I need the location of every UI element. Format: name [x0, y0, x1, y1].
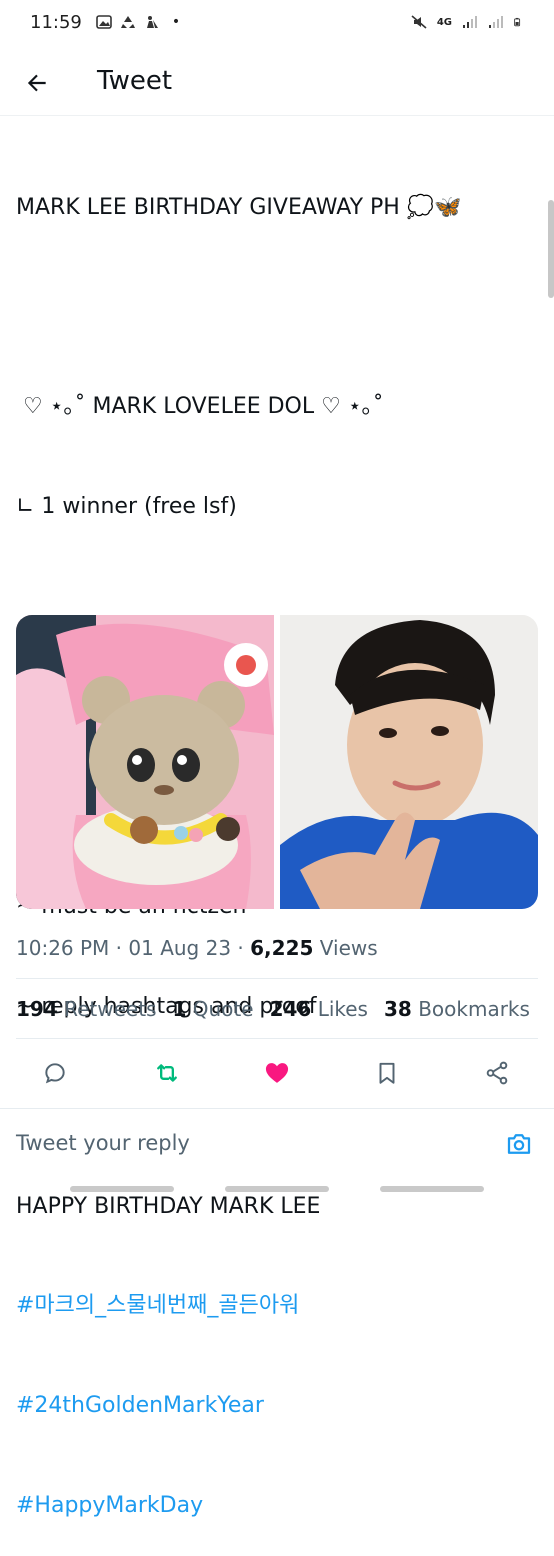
- signal-icon: [463, 16, 477, 28]
- like-button[interactable]: [262, 1058, 292, 1088]
- hashtag-link[interactable]: #24thGoldenMarkYear: [16, 1389, 536, 1422]
- hashtag-link[interactable]: #HappyMarkDay: [16, 1489, 536, 1522]
- share-icon: [486, 1061, 508, 1085]
- quotes-count: 1: [172, 997, 187, 1021]
- network-type: 4G: [436, 16, 452, 28]
- bookmarks-count: 38: [383, 997, 412, 1021]
- quotes-label: Quote: [192, 997, 254, 1021]
- battery-icon: [514, 17, 521, 27]
- bookmark-button[interactable]: [372, 1058, 402, 1088]
- status-bar: 11:59 • 4G: [0, 0, 554, 44]
- likes-label: Likes: [317, 997, 368, 1021]
- hashtag-link[interactable]: #마크의_스물네번째_골든아워: [16, 1289, 536, 1322]
- tweet-line: [16, 290, 536, 323]
- views-count: 6,225: [250, 936, 314, 960]
- header: Tweet: [0, 52, 554, 112]
- tweet-meta: 10:26 PM · 01 Aug 23 · 6,225 Views: [16, 936, 378, 960]
- scrollbar[interactable]: [548, 200, 554, 298]
- bookmarks-label: Bookmarks: [418, 997, 530, 1021]
- plush-doll-illustration: [16, 615, 274, 909]
- tweet-line: MARK LEE BIRTHDAY GIVEAWAY PH 💭🦋: [16, 194, 462, 220]
- tweet-date: 01 Aug 23: [128, 936, 232, 960]
- reply-bar: Tweet your reply: [0, 1108, 554, 1188]
- tweet-stats: 194 Retweets 1 Quote 246 Likes 38 Bookma…: [16, 997, 530, 1021]
- status-time: 11:59: [30, 11, 82, 33]
- bookmark-icon: [379, 1062, 395, 1084]
- likes-stat[interactable]: 246 Likes: [270, 997, 368, 1021]
- tweet-media: [16, 615, 538, 909]
- retweet-button[interactable]: [152, 1058, 182, 1088]
- divider: [16, 978, 538, 979]
- tweet-actions: [0, 1052, 554, 1096]
- person-icon: [146, 16, 158, 28]
- camera-button[interactable]: [504, 1129, 538, 1163]
- share-button[interactable]: [482, 1058, 512, 1088]
- retweets-stat[interactable]: 194 Retweets: [16, 997, 156, 1021]
- nav-handle: [225, 1186, 329, 1192]
- retweet-icon: [157, 1064, 177, 1082]
- page-title: Tweet: [97, 66, 173, 96]
- comment-icon: [45, 1063, 65, 1084]
- tweet-line: ∟ 1 winner (free lsf): [16, 494, 237, 520]
- camera-icon: [507, 1134, 531, 1154]
- retweets-count: 194: [16, 997, 58, 1021]
- notification-dot: •: [171, 14, 181, 30]
- meta-separator: ·: [109, 936, 129, 960]
- reply-button[interactable]: [40, 1058, 70, 1088]
- retweets-label: Retweets: [64, 997, 157, 1021]
- mute-icon: [411, 15, 427, 29]
- bookmarks-stat[interactable]: 38 Bookmarks: [384, 997, 530, 1021]
- tweet-line: ♡ ⋆｡˚ MARK LOVELEE DOL ♡ ⋆｡˚: [16, 394, 384, 420]
- quotes-stat[interactable]: 1 Quote: [172, 997, 253, 1021]
- header-divider: [0, 115, 554, 116]
- meta-separator: ·: [231, 936, 251, 960]
- arrow-left-icon: [27, 74, 46, 92]
- nav-handle: [380, 1186, 484, 1192]
- views-label: Views: [319, 936, 378, 960]
- gallery-icon: [96, 15, 112, 29]
- reply-input[interactable]: Tweet your reply: [16, 1131, 190, 1155]
- likes-count: 246: [269, 997, 312, 1021]
- divider: [16, 1038, 538, 1039]
- signal-2-icon: [489, 16, 503, 28]
- recycle-icon: [120, 16, 135, 28]
- selfie-illustration: [280, 615, 538, 909]
- tweet-line: HAPPY BIRTHDAY MARK LEE: [16, 1193, 321, 1219]
- media-image-plush-doll[interactable]: [16, 615, 274, 909]
- media-image-selfie[interactable]: [280, 615, 538, 909]
- back-button[interactable]: [20, 66, 54, 100]
- tweet-time: 10:26 PM: [16, 936, 110, 960]
- heart-icon: [265, 1063, 289, 1083]
- nav-handle: [70, 1186, 174, 1192]
